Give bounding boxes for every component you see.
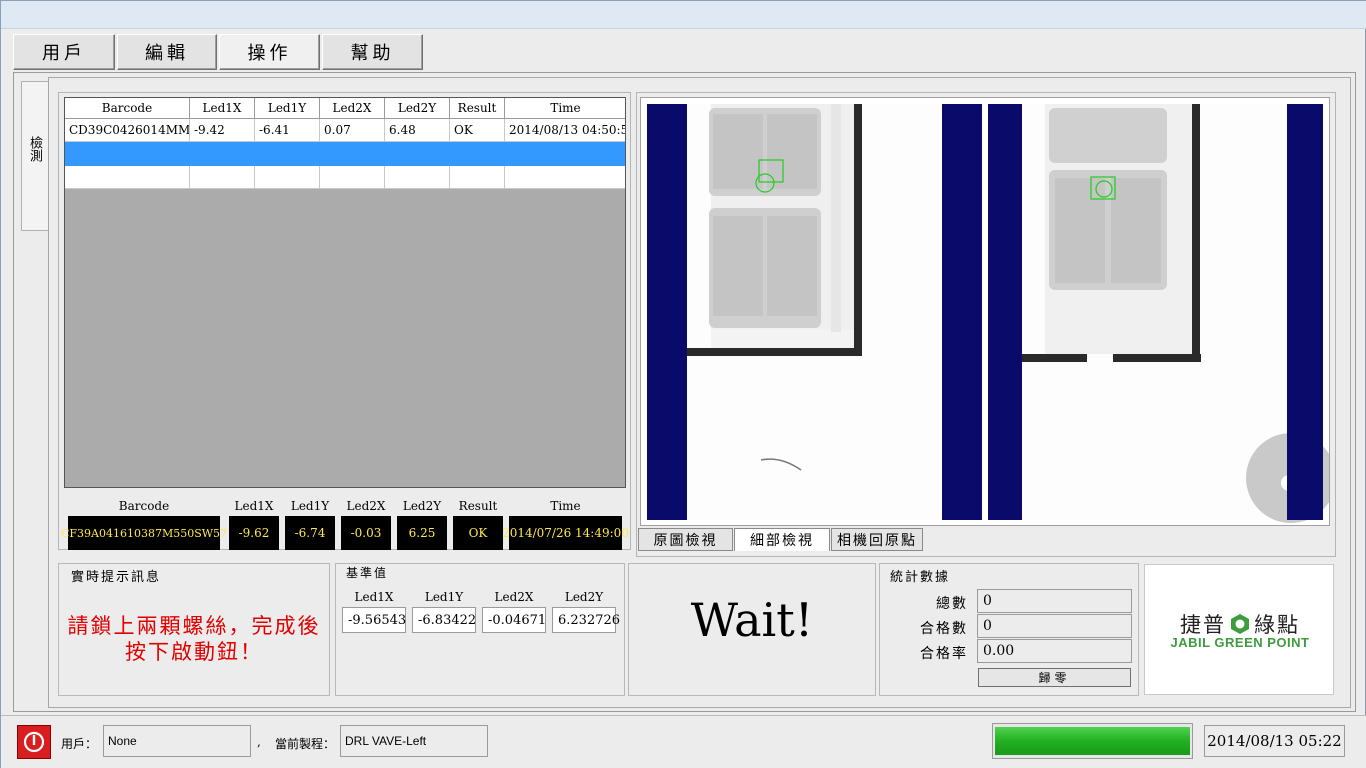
stats-group-title: 統計數據 (887, 566, 954, 585)
menu-tab-edit[interactable]: 編輯 (117, 34, 217, 70)
menu-tab-help[interactable]: 幫助 (322, 34, 423, 70)
user-field: None (103, 725, 251, 757)
baseline-label-led1x: Led1X (354, 590, 394, 604)
col-header-led1x[interactable]: Led1X (190, 98, 255, 119)
stats-rate-field: 0.00 (977, 639, 1132, 663)
baseline-group-title: 基準值 (343, 564, 392, 581)
stats-total-field: 0 (977, 589, 1132, 613)
app-window: 用戶 編輯 操作 幫助 檢測 Barcode Led1X Led1Y Led2X… (0, 0, 1366, 768)
status-message: Wait! (690, 593, 814, 647)
baseline-led2x-field[interactable]: -0.04671 (482, 607, 546, 633)
last-label-barcode: Barcode (118, 499, 170, 513)
baseline-label-led2x: Led2X (494, 590, 534, 604)
baseline-led1y-field[interactable]: -6.83422 (412, 607, 476, 633)
user-label: 用戶： (61, 737, 98, 751)
hexagon-icon (1231, 614, 1249, 634)
cell-led1x (190, 166, 255, 189)
stats-label-total: 總數 (936, 596, 968, 612)
col-header-led2y[interactable]: Led2Y (385, 98, 450, 119)
cell-barcode (65, 166, 190, 189)
company-logo: 捷普 綠點 JABIL GREEN POINT (1144, 564, 1334, 695)
cell-led2x: 0.07 (320, 119, 385, 142)
cell-led2y: 6.48 (385, 119, 450, 142)
title-band (1, 1, 1366, 29)
cell-led2x (320, 166, 385, 189)
stats-label-pass: 合格數 (920, 621, 968, 637)
last-label-led1y: Led1Y (290, 499, 330, 513)
last-value-time: 2014/07/26 14:49:00 (502, 516, 629, 550)
last-label-led1x: Led1X (234, 499, 274, 513)
side-tab-inspect[interactable]: 檢測 (21, 81, 48, 231)
last-label-led2x: Led2X (346, 499, 386, 513)
hint-group-title: 實時提示訊息 (68, 566, 165, 585)
process-field: DRL VAVE-Left (340, 725, 488, 757)
reset-button[interactable]: 歸零 (978, 668, 1131, 687)
power-button[interactable] (17, 725, 51, 759)
menu-tab-user[interactable]: 用戶 (13, 34, 115, 70)
baseline-led2y-field[interactable]: 6.232726 (552, 607, 620, 633)
cell-time (505, 166, 625, 189)
last-label-result: Result (458, 499, 498, 513)
cell-result (450, 166, 505, 189)
menu-tab-operate[interactable]: 操作 (219, 34, 320, 70)
datetime-display: 2014/08/13 05:22 (1204, 725, 1345, 757)
last-value-led1y: -6.74 (285, 516, 335, 550)
last-label-time: Time (550, 499, 581, 513)
last-label-led2y: Led2Y (402, 499, 442, 513)
cell-led1x: -9.42 (190, 119, 255, 142)
progress-bar (992, 723, 1193, 759)
last-value-led2y: 6.25 (397, 516, 447, 550)
baseline-led1x-field[interactable]: -9.56543 (342, 607, 406, 633)
camera-image (647, 104, 1329, 523)
process-label: 當前製程： (275, 737, 336, 751)
last-value-barcode: CF39A041610387M550SW57 (61, 516, 227, 550)
table-row-selected[interactable] (65, 142, 625, 166)
last-value-led2x: -0.03 (341, 516, 391, 550)
col-header-result[interactable]: Result (450, 98, 505, 119)
cell-time: 2014/08/13 04:50:51 (505, 119, 625, 142)
col-header-led1y[interactable]: Led1Y (255, 98, 320, 119)
cell-led2y (385, 166, 450, 189)
col-header-time[interactable]: Time (505, 98, 625, 119)
col-header-barcode[interactable]: Barcode (65, 98, 190, 119)
stats-pass-field: 0 (977, 614, 1132, 638)
last-value-led1x: -9.62 (229, 516, 279, 550)
col-header-led2x[interactable]: Led2X (320, 98, 385, 119)
baseline-label-led2y: Led2Y (564, 590, 604, 604)
last-value-result: OK (453, 516, 503, 550)
tab-original-view[interactable]: 原圖檢視 (638, 528, 733, 551)
hint-message: 請鎖上兩顆螺絲，完成後按下啟動鈕！ (67, 614, 321, 664)
stats-label-rate: 合格率 (920, 646, 968, 662)
cell-led1y: -6.41 (255, 119, 320, 142)
cell-result: OK (450, 119, 505, 142)
cell-barcode: CD39C0426014MM... (65, 119, 190, 142)
results-grid[interactable]: Barcode Led1X Led1Y Led2X Led2Y Result T… (64, 97, 626, 488)
status-separator: , (257, 735, 261, 749)
camera-view[interactable] (640, 97, 1330, 526)
logo-en-text: JABIL GREEN POINT (1170, 635, 1310, 650)
progress-fill (995, 727, 1190, 755)
power-icon (23, 731, 45, 753)
tab-detail-view[interactable]: 細部檢視 (734, 528, 830, 551)
baseline-label-led1y: Led1Y (424, 590, 464, 604)
cell-led1y (255, 166, 320, 189)
tab-camera-home[interactable]: 相機回原點 (831, 528, 923, 551)
